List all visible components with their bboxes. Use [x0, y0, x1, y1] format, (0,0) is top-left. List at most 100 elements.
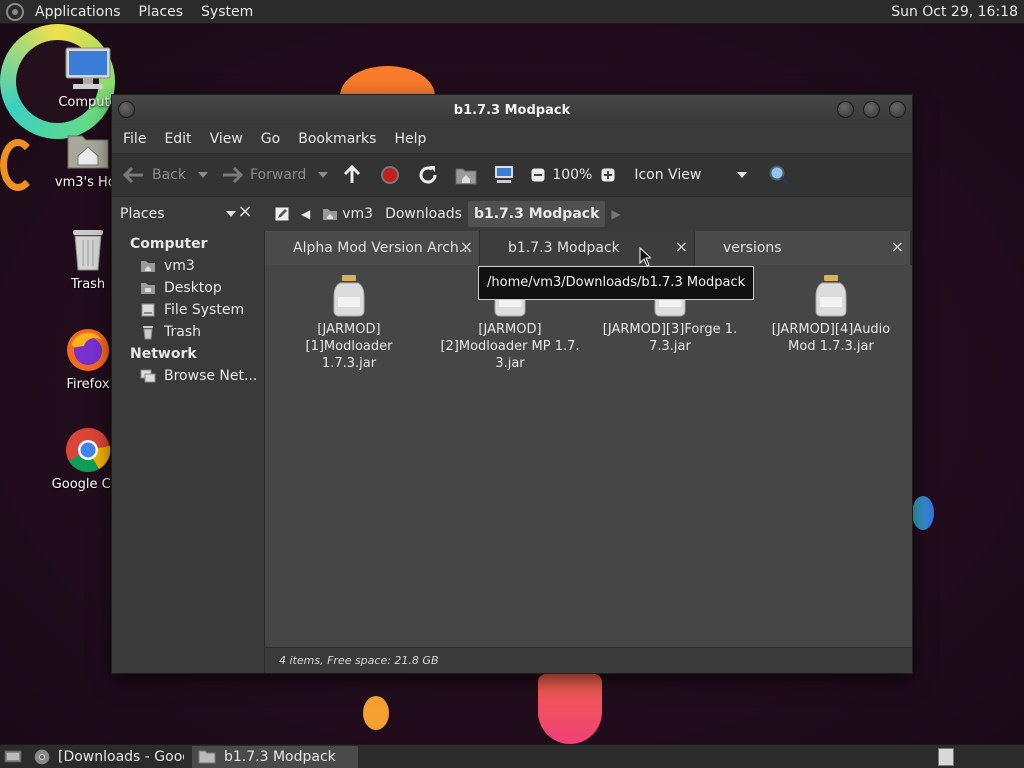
computer-button[interactable] — [492, 160, 522, 190]
tab-tooltip: /home/vm3/Downloads/b1.7.3 Modpack — [478, 266, 755, 300]
back-button[interactable]: Back — [122, 160, 186, 190]
breadcrumb-right-icon[interactable]: ▶ — [605, 201, 626, 227]
close-window-button[interactable] — [889, 101, 906, 118]
home-folder-icon — [454, 163, 478, 187]
sidebar-item-file-system[interactable]: File System — [112, 299, 264, 321]
tab-label: Alpha Mod Version Arch... — [293, 240, 473, 256]
close-sidebar-icon[interactable]: × — [233, 201, 257, 225]
workspace-switcher[interactable] — [938, 747, 954, 766]
sidebar-item-trash[interactable]: Trash — [112, 321, 264, 343]
zoom-in-icon[interactable] — [600, 163, 616, 187]
sidebar-selector-label: Places — [120, 206, 165, 222]
forward-button[interactable]: Forward — [220, 160, 306, 190]
forward-history-dropdown[interactable] — [318, 172, 329, 178]
drive-icon — [141, 303, 155, 317]
zoom-control: 100% — [530, 160, 622, 190]
clock[interactable]: Sun Oct 29, 16:18 — [891, 4, 1024, 20]
menu-go[interactable]: Go — [252, 131, 289, 147]
search-button[interactable] — [767, 160, 797, 190]
maximize-button[interactable] — [863, 101, 880, 118]
file-name: [JARMOD][4]Audio — [771, 322, 891, 337]
distro-logo-icon[interactable] — [6, 2, 24, 21]
taskbar-item-label: b1.7.3 Modpack — [224, 748, 336, 765]
sidebar-item-browse-network[interactable]: Browse Net... — [112, 365, 264, 387]
home-folder-icon — [323, 209, 338, 220]
back-label: Back — [152, 167, 186, 183]
breadcrumb-vm3[interactable]: vm3 — [316, 201, 379, 227]
jar-file-icon — [333, 275, 365, 317]
window-titlebar[interactable]: b1.7.3 Modpack — [112, 95, 912, 125]
sidebar-item-label: Trash — [164, 324, 201, 340]
menu-bookmarks[interactable]: Bookmarks — [289, 131, 385, 147]
zoom-level: 100% — [552, 167, 593, 183]
applications-menu[interactable]: Applications — [26, 0, 130, 24]
taskbar-item-chrome[interactable]: [Downloads - Goog... — [28, 746, 190, 768]
firefox-icon — [67, 329, 109, 371]
system-menu[interactable]: System — [192, 0, 262, 24]
view-mode-select[interactable]: Icon View — [634, 160, 759, 190]
minimize-button[interactable] — [837, 101, 854, 118]
breadcrumb-left-icon[interactable]: ◀ — [295, 201, 316, 227]
wallpaper-ring-small — [0, 139, 36, 191]
search-icon — [767, 163, 791, 187]
forward-arrow-icon — [220, 163, 244, 187]
status-bar: 4 items, Free space: 21.8 GB — [265, 647, 912, 673]
stop-icon — [378, 163, 402, 187]
tab-b173-modpack[interactable]: b1.7.3 Modpack × — [480, 231, 695, 265]
computer-icon — [65, 47, 111, 89]
menu-file[interactable]: File — [114, 131, 155, 147]
menu-view[interactable]: View — [201, 131, 252, 147]
chrome-icon — [34, 749, 50, 764]
home-folder-icon — [141, 261, 155, 272]
sidebar-section-network: Network — [130, 346, 197, 362]
tab-versions[interactable]: versions × — [695, 231, 911, 265]
back-history-dropdown[interactable] — [198, 172, 208, 178]
forward-label: Forward — [250, 167, 307, 183]
file-item[interactable]: [JARMOD] [1]Modloader 1.7.3.jar — [279, 273, 419, 372]
file-name: [JARMOD][3]Forge 1. — [602, 322, 738, 337]
breadcrumb-label: vm3 — [342, 206, 374, 222]
up-arrow-icon — [340, 163, 364, 187]
sidebar-item-desktop[interactable]: Desktop — [112, 277, 264, 299]
menu-help[interactable]: Help — [385, 131, 435, 147]
file-manager-window: b1.7.3 Modpack File Edit View Go Bookmar… — [111, 94, 913, 674]
reload-button[interactable] — [416, 160, 446, 190]
file-item[interactable]: [JARMOD][4]Audio Mod 1.7.3.jar — [761, 273, 901, 355]
jar-file-icon — [815, 275, 847, 317]
reload-icon — [416, 163, 440, 187]
top-panel: Applications Places System Sun Oct 29, 1… — [0, 0, 1024, 24]
close-tab-icon[interactable]: × — [891, 237, 904, 256]
file-name: [JARMOD] — [317, 322, 381, 337]
zoom-out-icon[interactable] — [530, 163, 546, 187]
trash-icon — [73, 230, 103, 271]
wallpaper-shape-bottom — [538, 674, 602, 744]
taskbar-item-label: [Downloads - Goog... — [58, 748, 184, 765]
window-menu-button[interactable] — [118, 101, 135, 118]
sidebar-item-vm3[interactable]: vm3 — [112, 255, 264, 277]
sidebar-section-computer: Computer — [130, 236, 208, 252]
folder-icon — [198, 750, 216, 763]
home-button[interactable] — [454, 160, 484, 190]
wallpaper-shape-small — [363, 696, 389, 730]
file-name: [1]Modloader 1.7.3.jar — [305, 339, 393, 371]
breadcrumb-downloads[interactable]: Downloads — [379, 201, 468, 227]
menu-edit[interactable]: Edit — [155, 131, 200, 147]
taskbar-item-file-manager[interactable]: b1.7.3 Modpack — [192, 745, 358, 768]
stop-button[interactable] — [378, 160, 408, 190]
mouse-cursor-icon — [639, 247, 651, 267]
show-desktop-button[interactable] — [0, 746, 26, 768]
close-tab-icon[interactable]: × — [460, 237, 473, 256]
window-title: b1.7.3 Modpack — [453, 102, 571, 118]
tab-alpha-mod[interactable]: Alpha Mod Version Arch... × — [265, 231, 480, 265]
wallpaper-shape-right — [912, 496, 934, 530]
close-tab-icon[interactable]: × — [675, 237, 688, 256]
up-button[interactable] — [340, 160, 370, 190]
edit-location-icon[interactable] — [269, 201, 295, 227]
sidebar-item-label: Desktop — [164, 280, 222, 296]
tab-label: versions — [723, 240, 782, 256]
file-name: [2]Modloader MP 1.7. — [440, 339, 580, 354]
places-menu[interactable]: Places — [130, 0, 193, 24]
chevron-down-icon — [737, 172, 748, 178]
view-mode-value: Icon View — [634, 167, 702, 183]
breadcrumb-current[interactable]: b1.7.3 Modpack — [467, 201, 606, 227]
